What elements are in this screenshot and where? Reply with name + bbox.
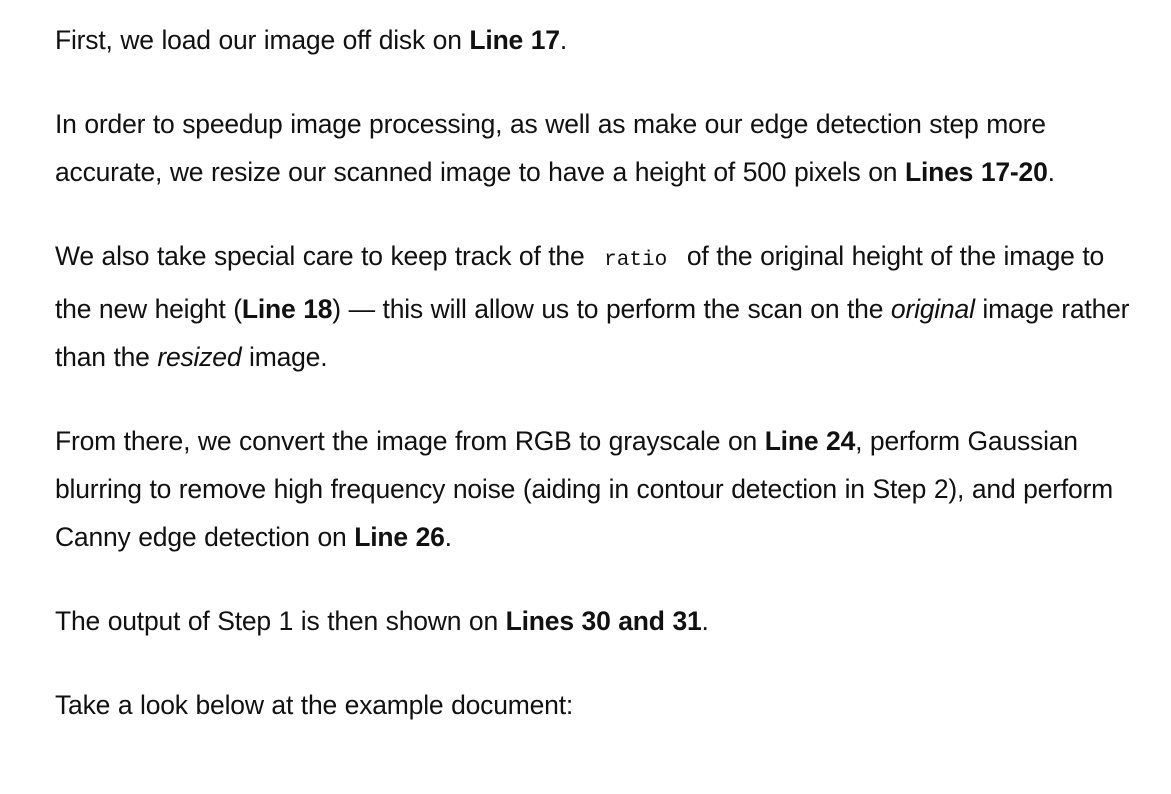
paragraph-example: Take a look below at the example documen… [55, 681, 1135, 729]
emphasis-text: original [890, 294, 975, 324]
text-span: . [701, 606, 709, 636]
text-span: Take a look below at the example documen… [55, 690, 574, 720]
article-body: First, we load our image off disk on Lin… [55, 16, 1135, 729]
text-span: image. [241, 342, 328, 372]
paragraph-resize: In order to speedup image processing, as… [55, 100, 1135, 196]
paragraph-output: The output of Step 1 is then shown on Li… [55, 597, 1135, 645]
emphasis-text: resized [157, 342, 242, 372]
text-span: From there, we convert the image from RG… [55, 426, 765, 456]
text-span: . [559, 25, 568, 55]
text-span: First, we load our image off disk on [55, 25, 470, 55]
text-span: . [444, 522, 452, 552]
line-reference: Line 17 [469, 25, 560, 55]
inline-code-ratio: ratio [604, 249, 668, 272]
paragraph-ratio: We also take special care to keep track … [55, 232, 1135, 381]
text-span: The output of Step 1 is then shown on [55, 606, 506, 636]
line-reference: Line 26 [354, 522, 445, 552]
line-reference: Lines 17-20 [904, 157, 1048, 187]
text-span: . [1047, 157, 1055, 187]
line-reference: Lines 30 and 31 [505, 606, 702, 636]
paragraph-load-image: First, we load our image off disk on Lin… [55, 16, 1135, 64]
paragraph-grayscale: From there, we convert the image from RG… [55, 417, 1135, 561]
text-span: ) — this will allow us to perform the sc… [332, 294, 891, 324]
text-span: We also take special care to keep track … [55, 241, 593, 271]
text-span: In order to speedup image processing, as… [55, 109, 1046, 187]
line-reference: Line 18 [241, 294, 333, 324]
line-reference: Line 24 [764, 426, 856, 456]
